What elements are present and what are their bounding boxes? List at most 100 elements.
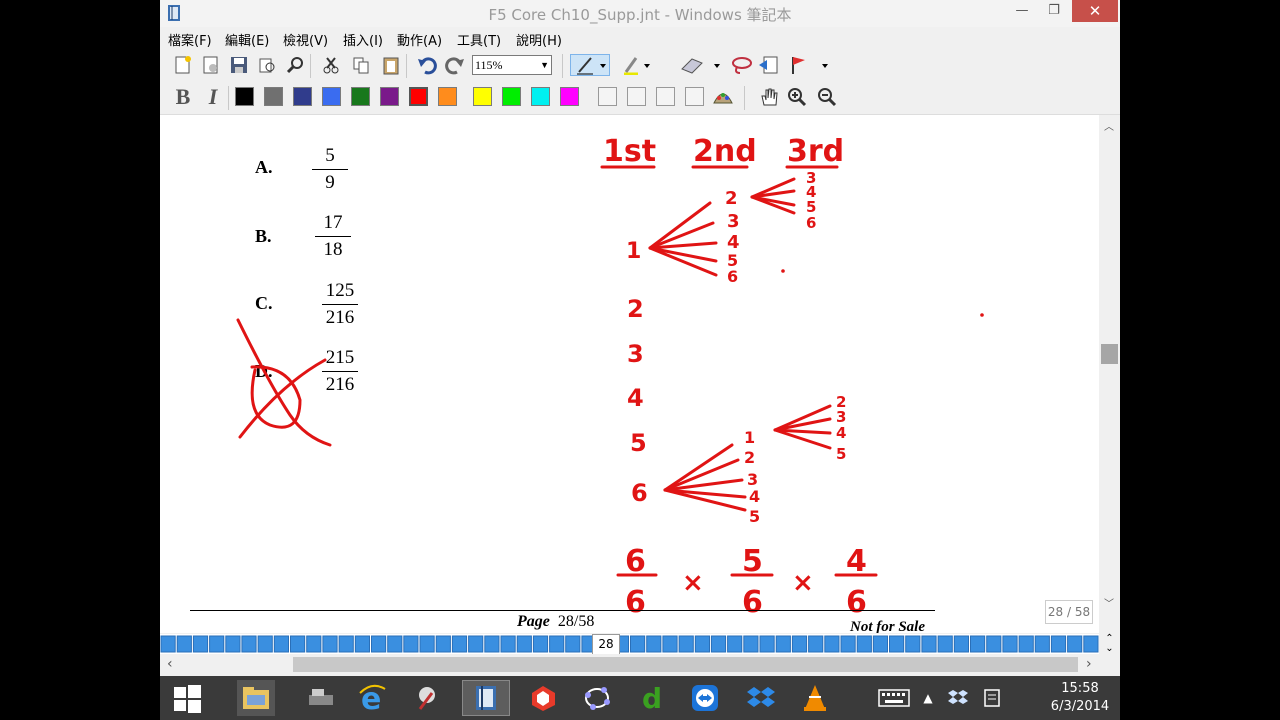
page-cell[interactable] [306,635,322,653]
menu-edit[interactable]: 編輯(E) [225,30,269,49]
note-page[interactable]: A. 59 B. 17 18 C. 125 216 D. 215 216 1st… [160,115,1099,633]
hand-pan-icon[interactable] [758,86,780,108]
page-cell[interactable] [192,635,209,653]
page-cell[interactable] [176,635,192,653]
page-cells[interactable] [160,634,1099,654]
page-navigator[interactable]: 28 [160,634,1099,655]
page-cell[interactable] [468,635,484,653]
page-cell[interactable] [435,635,451,653]
print-preview-icon[interactable] [256,54,278,76]
color-swatch[interactable] [560,87,579,106]
page-cell[interactable] [225,635,241,653]
dropbox-tray-icon[interactable] [946,680,970,716]
menu-actions[interactable]: 動作(A) [397,30,442,49]
pen-settings-icon[interactable] [712,86,734,108]
scroll-right-arrow-icon[interactable]: › [1086,656,1092,672]
page-cell[interactable] [808,635,824,653]
scroll-left-arrow-icon[interactable]: ‹ [167,656,173,672]
color-swatch[interactable] [531,87,550,106]
page-cell[interactable] [1050,635,1067,653]
page-cell[interactable] [257,635,273,653]
scroll-thumb[interactable] [1101,344,1118,364]
page-cell[interactable] [1034,635,1050,653]
page-cell[interactable] [953,635,969,653]
page-cell[interactable] [646,635,662,653]
pen-width-swatch[interactable] [627,87,646,106]
color-swatch[interactable] [409,87,428,106]
redo-icon[interactable] [444,54,466,76]
page-cell[interactable] [840,635,856,653]
page-cell[interactable] [1067,635,1083,653]
page-cell[interactable] [937,635,953,653]
page-cell[interactable] [872,635,888,653]
lasso-select-icon[interactable] [730,54,752,76]
menu-insert[interactable]: 插入(I) [343,30,383,49]
keyboard-icon[interactable] [874,680,914,716]
minimize-button[interactable]: — [1006,0,1038,22]
undo-icon[interactable] [416,54,438,76]
page-cell[interactable] [273,635,290,653]
page-cell[interactable] [986,635,1002,653]
color-swatch[interactable] [473,87,492,106]
page-nav-arrows-icon[interactable]: ⌃ ⌄ [1099,634,1120,654]
page-cell[interactable] [290,635,306,653]
new-from-template-icon[interactable] [200,54,222,76]
page-cell[interactable] [451,635,468,653]
color-swatch[interactable] [502,87,521,106]
cut-icon[interactable] [320,54,342,76]
highlighter-icon[interactable] [622,54,652,76]
color-swatch[interactable] [235,87,254,106]
page-cell[interactable] [727,635,743,653]
pen-width-swatch[interactable] [656,87,675,106]
page-cell[interactable] [694,635,710,653]
windows-start-icon[interactable] [168,680,206,716]
page-cell[interactable] [565,635,581,653]
internet-explorer-icon[interactable]: e [353,680,391,716]
page-cell[interactable] [322,635,338,653]
eraser-icon[interactable] [678,54,722,76]
color-swatch[interactable] [293,87,312,106]
show-hidden-icons-icon[interactable]: ▲ [918,680,938,716]
page-cell[interactable] [160,635,176,653]
page-cell[interactable] [387,635,403,653]
page-cell[interactable] [678,635,694,653]
page-cell[interactable] [791,635,808,653]
horizontal-scrollbar[interactable]: ‹ › [160,654,1120,676]
color-swatch[interactable] [351,87,370,106]
page-cell[interactable] [532,635,549,653]
page-cell[interactable] [921,635,937,653]
page-cell[interactable] [662,635,678,653]
menu-tools[interactable]: 工具(T) [457,30,501,49]
dreamweaver-icon[interactable]: d [632,680,670,716]
page-cell[interactable] [371,635,387,653]
pen-width-swatch[interactable] [685,87,704,106]
page-cell[interactable] [354,635,371,653]
page-cell[interactable] [500,635,516,653]
page-cell[interactable] [241,635,257,653]
page-cell[interactable] [970,635,986,653]
page-cell[interactable] [484,635,500,653]
pen-tool-icon[interactable] [570,54,610,76]
page-cell[interactable] [759,635,775,653]
page-cell[interactable] [824,635,840,653]
zoom-out-icon[interactable] [816,86,838,108]
paste-icon[interactable] [380,54,402,76]
pen-width-swatch[interactable] [598,87,617,106]
zoom-select[interactable]: 115% ▼ [472,55,552,75]
vertical-scrollbar[interactable]: ︿ ﹀ [1099,115,1120,633]
page-cell[interactable] [419,635,435,653]
scroll-up-arrow-icon[interactable]: ︿ [1104,118,1114,133]
italic-icon[interactable]: I [202,84,224,109]
sketchup-icon[interactable] [524,680,562,716]
file-explorer-icon[interactable] [237,680,275,716]
page-cell[interactable] [775,635,791,653]
page-cell[interactable] [630,635,646,653]
maximize-button[interactable]: ❐ [1038,0,1070,22]
scanner-icon[interactable] [302,680,340,716]
page-cell[interactable] [743,635,759,653]
new-note-icon[interactable] [172,54,194,76]
zoom-in-icon[interactable] [786,86,808,108]
page-cell[interactable] [905,635,921,653]
page-cell[interactable] [1083,635,1099,653]
page-cell[interactable] [549,635,565,653]
